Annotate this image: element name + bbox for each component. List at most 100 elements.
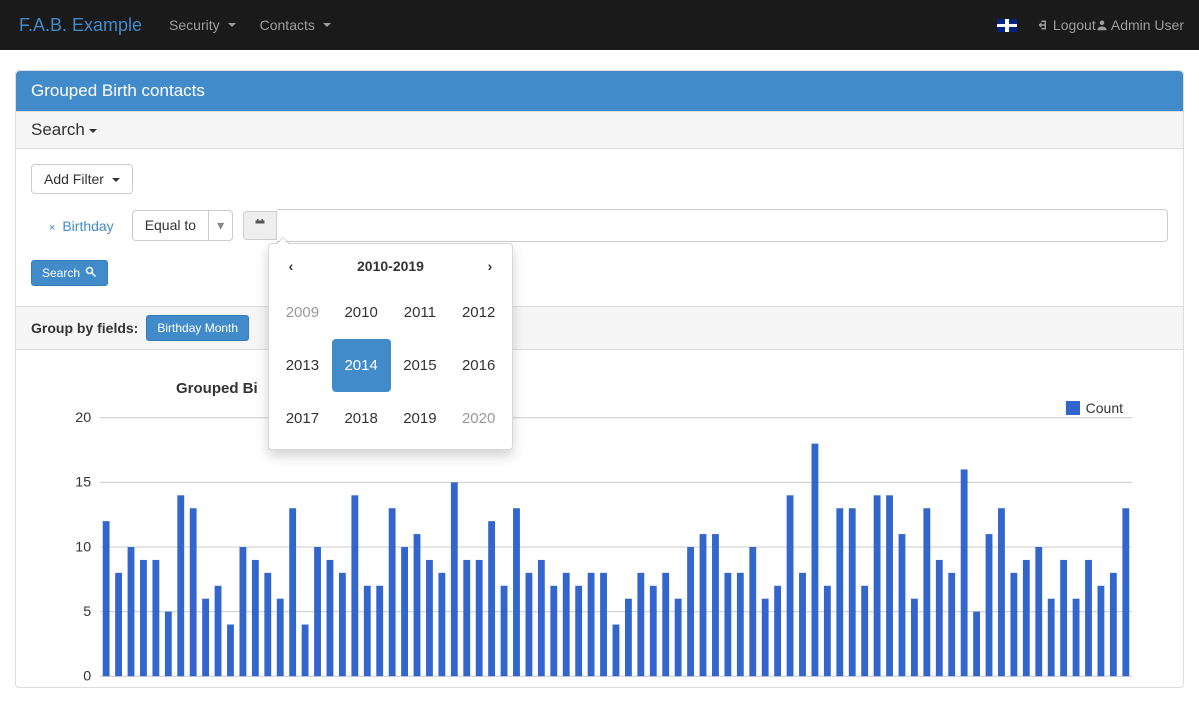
chart-bar [526,573,533,676]
chart-bar [886,495,893,676]
chart-bar [749,547,756,676]
chart-bar [264,573,271,676]
nav-contacts[interactable]: Contacts [248,2,343,48]
nav-security[interactable]: Security [157,2,248,48]
chart-bar [1110,573,1117,676]
chevron-down-icon [112,178,120,182]
chart-bar [787,495,794,676]
datepicker-prev[interactable]: ‹ [281,258,301,274]
chart-bar [563,573,570,676]
chart-bar [202,599,209,677]
chart-bar [389,508,396,676]
filter-op-value: Equal to [132,210,209,241]
svg-text:20: 20 [75,409,91,425]
chart-bar [874,495,881,676]
chart-bar [712,534,719,676]
group-option-birthday-month[interactable]: Birthday Month [146,315,249,341]
chart-bar [488,521,495,676]
chart-bar [675,599,682,677]
datepicker-year-2016[interactable]: 2016 [449,339,508,392]
chart-legend: Count [1066,400,1123,416]
chart-bar [1035,547,1042,676]
chart-bar [289,508,296,676]
datepicker-year-2018[interactable]: 2018 [332,392,391,445]
svg-text:0: 0 [83,668,91,684]
datepicker-popup: ‹ 2010-2019 › 20092010201120122013201420… [268,243,513,450]
chart-bar [1010,573,1017,676]
navbar: F.A.B. Example Security Contacts Logout … [0,0,1199,50]
chart-bar [401,547,408,676]
datepicker-year-2013[interactable]: 2013 [273,339,332,392]
panel-title: Grouped Birth contacts [16,71,1183,111]
chart-bar [625,599,632,677]
navbar-menu: Security Contacts [157,2,343,48]
chart-bar [302,625,309,677]
chart-bar [550,586,557,676]
chart-bar [998,508,1005,676]
chart-bar [637,573,644,676]
chart-bar [575,586,582,676]
legend-swatch [1066,401,1080,415]
datepicker-year-2019[interactable]: 2019 [391,392,450,445]
svg-text:5: 5 [83,603,91,619]
logout-link[interactable]: Logout [1037,17,1096,33]
chart-bar [923,508,930,676]
chart-bar [911,599,918,677]
datepicker-year-2011[interactable]: 2011 [391,286,450,339]
datepicker-header: ‹ 2010-2019 › [273,250,508,286]
datepicker-year-2017[interactable]: 2017 [273,392,332,445]
remove-filter-birthday[interactable]: × Birthday [31,212,132,240]
chart-bar [613,625,620,677]
chart-bar [936,560,943,676]
datepicker-range[interactable]: 2010-2019 [357,258,424,274]
chart-bar [501,586,508,676]
datepicker-year-2014[interactable]: 2014 [332,339,391,392]
nav-contacts-label: Contacts [260,17,315,33]
page-container: Grouped Birth contacts Search Add Filter… [0,50,1199,728]
datepicker-year-2009[interactable]: 2009 [273,286,332,339]
chart-bar [799,573,806,676]
chart-bar [737,573,744,676]
datepicker-year-2015[interactable]: 2015 [391,339,450,392]
filter-op-select[interactable]: Equal to ▾ [132,210,233,241]
calendar-button[interactable] [243,211,277,240]
chart-bar [538,560,545,676]
chart-bar [438,573,445,676]
flag-icon[interactable] [997,19,1017,32]
add-filter-button[interactable]: Add Filter [31,164,133,194]
chart-bar [327,560,334,676]
chart-bar [899,534,906,676]
chart-area: Grouped Bi Count 05101520 [16,350,1183,687]
chart-bar [277,599,284,677]
chart-bar [836,508,843,676]
chart-bar [1085,560,1092,676]
search-collapse[interactable]: Search [16,111,1183,149]
navbar-right: Logout Admin User [997,17,1184,33]
chart-bar [687,547,694,676]
filter-field-label: Birthday [62,218,113,234]
datepicker-year-2010[interactable]: 2010 [332,286,391,339]
user-label: Admin User [1111,17,1184,33]
chart-bar [1098,586,1105,676]
chevron-down-icon [228,23,236,27]
datepicker-next[interactable]: › [480,258,500,274]
chart-bar [812,444,819,677]
user-menu[interactable]: Admin User [1096,17,1184,33]
datepicker-year-2012[interactable]: 2012 [449,286,508,339]
chart-bar [973,612,980,677]
chart-bar [140,560,147,676]
chart-bar [376,586,383,676]
search-icon [85,266,97,278]
datepicker-year-2020[interactable]: 2020 [449,392,508,445]
brand-link[interactable]: F.A.B. Example [15,15,157,36]
close-icon: × [49,222,55,234]
search-header-label: Search [31,120,85,139]
search-button[interactable]: Search [31,260,108,286]
chart-bar [414,534,421,676]
date-input[interactable] [277,209,1168,242]
chart-bar [451,482,458,676]
user-icon [1096,19,1108,31]
svg-text:10: 10 [75,538,91,554]
chart-bar [115,573,122,676]
chart-bar [165,612,172,677]
